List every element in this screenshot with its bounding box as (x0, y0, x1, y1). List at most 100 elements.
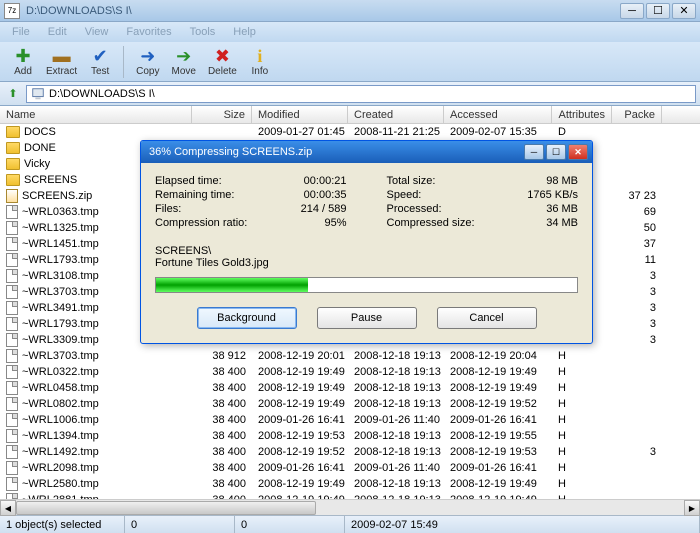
file-row[interactable]: ~WRL1394.tmp38 4002008-12-19 19:532008-1… (0, 428, 700, 444)
speed-value: 1765 KB/s (527, 189, 578, 201)
file-row[interactable]: ~WRL1492.tmp38 4002008-12-19 19:522008-1… (0, 444, 700, 460)
file-row[interactable]: ~WRL2098.tmp38 4002009-01-26 16:412009-0… (0, 460, 700, 476)
file-accessed: 2008-12-19 19:49 (444, 494, 552, 499)
files-label: Files: (155, 203, 181, 215)
file-packed: 3 (612, 446, 662, 458)
up-button[interactable]: ⬆ (4, 85, 22, 103)
file-accessed: 2009-01-26 16:41 (444, 414, 552, 426)
minimize-button[interactable]: ─ (620, 3, 644, 19)
move-button[interactable]: ➔Move (165, 44, 201, 79)
file-row[interactable]: ~WRL3703.tmp38 9122008-12-19 20:012008-1… (0, 348, 700, 364)
file-icon (6, 333, 18, 347)
cancel-button[interactable]: Cancel (437, 307, 537, 329)
pause-button[interactable]: Pause (317, 307, 417, 329)
col-packed[interactable]: Packe (612, 106, 662, 123)
background-button[interactable]: Background (197, 307, 297, 329)
file-name: DOCS (24, 126, 56, 138)
column-headers: Name Size Modified Created Accessed Attr… (0, 106, 700, 124)
file-icon (6, 461, 18, 475)
dialog-titlebar[interactable]: 36% Compressing SCREENS.zip ─ ☐ ✕ (141, 141, 592, 163)
file-size: 38 400 (192, 462, 252, 474)
scroll-left-button[interactable]: ◀ (0, 500, 16, 516)
file-attr: H (552, 494, 612, 499)
file-accessed: 2008-12-19 19:52 (444, 398, 552, 410)
col-name[interactable]: Name (0, 106, 192, 123)
menu-favorites[interactable]: Favorites (118, 24, 179, 40)
file-row[interactable]: ~WRL0802.tmp38 4002008-12-19 19:492008-1… (0, 396, 700, 412)
scroll-track[interactable] (16, 500, 684, 515)
file-row[interactable]: ~WRL1006.tmp38 4002009-01-26 16:412009-0… (0, 412, 700, 428)
dialog-minimize-button[interactable]: ─ (524, 144, 544, 160)
menu-help[interactable]: Help (225, 24, 264, 40)
file-icon (6, 269, 18, 283)
file-accessed: 2008-12-19 20:04 (444, 350, 552, 362)
col-modified[interactable]: Modified (252, 106, 348, 123)
file-created: 2008-12-18 19:13 (348, 350, 444, 362)
scroll-thumb[interactable] (16, 501, 316, 515)
menu-file[interactable]: File (4, 24, 38, 40)
file-packed: 50 (612, 222, 662, 234)
horizontal-scrollbar[interactable]: ◀ ▶ (0, 499, 700, 515)
file-icon (6, 493, 18, 499)
delete-button[interactable]: ✖Delete (202, 44, 243, 79)
scroll-right-button[interactable]: ▶ (684, 500, 700, 516)
file-row[interactable]: ~WRL0322.tmp38 4002008-12-19 19:492008-1… (0, 364, 700, 380)
file-modified: 2009-01-26 16:41 (252, 414, 348, 426)
file-modified: 2008-12-19 19:49 (252, 366, 348, 378)
file-row[interactable]: ~WRL2881.tmp38 4002008-12-19 19:492008-1… (0, 492, 700, 499)
file-name: ~WRL0802.tmp (22, 398, 99, 410)
file-accessed: 2008-12-19 19:49 (444, 366, 552, 378)
test-button[interactable]: ✔Test (83, 44, 117, 79)
status-selected: 1 object(s) selected (0, 516, 125, 533)
file-name: ~WRL3703.tmp (22, 350, 99, 362)
col-accessed[interactable]: Accessed (444, 106, 552, 123)
folder-icon (6, 142, 20, 154)
close-button[interactable]: ✕ (672, 3, 696, 19)
menu-bar: FileEditViewFavoritesToolsHelp (0, 22, 700, 42)
file-icon (6, 445, 18, 459)
copy-button[interactable]: ➜Copy (130, 44, 165, 79)
col-created[interactable]: Created (348, 106, 444, 123)
status-bar: 1 object(s) selected 0 0 2009-02-07 15:4… (0, 515, 700, 533)
menu-view[interactable]: View (77, 24, 117, 40)
file-name: ~WRL3309.tmp (22, 334, 99, 346)
file-attr: H (552, 478, 612, 490)
extract-button[interactable]: ▬Extract (40, 44, 83, 79)
file-created: 2008-11-21 21:25 (348, 126, 444, 138)
file-modified: 2008-12-19 20:01 (252, 350, 348, 362)
progress-bar (155, 277, 578, 293)
folder-icon (6, 158, 20, 170)
file-attr: H (552, 382, 612, 394)
dialog-close-button[interactable]: ✕ (568, 144, 588, 160)
file-row[interactable]: ~WRL2580.tmp38 4002008-12-19 19:492008-1… (0, 476, 700, 492)
file-row[interactable]: ~WRL0458.tmp38 4002008-12-19 19:492008-1… (0, 380, 700, 396)
file-size: 38 400 (192, 382, 252, 394)
file-name: Vicky (24, 158, 50, 170)
file-packed: 3 (612, 302, 662, 314)
info-button[interactable]: iInfo (243, 44, 277, 79)
file-packed: 11 (612, 254, 662, 266)
plus-icon: ✚ (12, 46, 34, 66)
col-size[interactable]: Size (192, 106, 252, 123)
add-button[interactable]: ✚Add (6, 44, 40, 79)
file-size: 38 400 (192, 398, 252, 410)
file-row[interactable]: DOCS2009-01-27 01:452008-11-21 21:252009… (0, 124, 700, 140)
col-attributes[interactable]: Attributes (552, 106, 612, 123)
file-modified: 2008-12-19 19:49 (252, 478, 348, 490)
file-icon (6, 253, 18, 267)
dialog-title: 36% Compressing SCREENS.zip (145, 146, 524, 158)
total-label: Total size: (387, 175, 436, 187)
address-input[interactable]: D:\DOWNLOADS\S I\ (26, 85, 696, 103)
file-icon (6, 429, 18, 443)
file-created: 2008-12-18 19:13 (348, 430, 444, 442)
menu-tools[interactable]: Tools (182, 24, 224, 40)
file-packed: 3 (612, 286, 662, 298)
dialog-maximize-button[interactable]: ☐ (546, 144, 566, 160)
menu-edit[interactable]: Edit (40, 24, 75, 40)
status-v2: 0 (235, 516, 345, 533)
file-packed: 37 (612, 238, 662, 250)
file-accessed: 2008-12-19 19:49 (444, 478, 552, 490)
maximize-button[interactable]: ☐ (646, 3, 670, 19)
file-attr: H (552, 446, 612, 458)
file-accessed: 2008-12-19 19:53 (444, 446, 552, 458)
